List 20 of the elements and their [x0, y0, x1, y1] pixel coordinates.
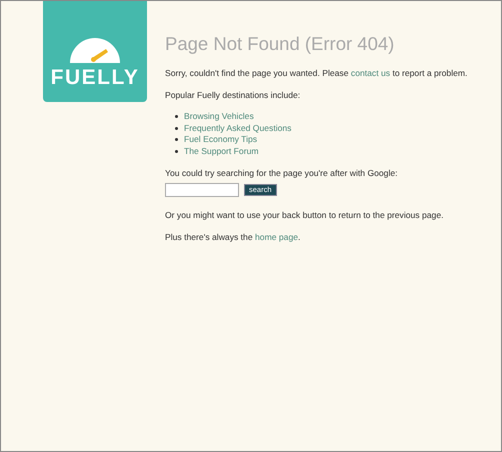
bullet-icon — [175, 138, 178, 142]
back-note: Or you might want to use your back button to return to the previous page. — [165, 210, 444, 221]
logo-panel[interactable]: FUELLY — [43, 1, 147, 102]
home-text: Plus there's always the home page. — [165, 232, 302, 243]
destination-link[interactable]: Browsing Vehicles — [184, 111, 254, 122]
bullet-icon — [175, 150, 178, 153]
home-link[interactable]: home page — [255, 232, 298, 242]
search-field[interactable] — [165, 183, 239, 197]
page-title: Page Not Found (Error 404) — [165, 34, 396, 54]
apology-text: Sorry, couldn't find the page you wanted. Please contact us to report a problem. — [165, 68, 468, 79]
destination-link[interactable]: Fuel Economy Tips — [184, 134, 258, 146]
destinations-heading: Popular Fuelly destinations include: — [165, 90, 302, 101]
bullet-icon — [175, 126, 178, 130]
contact-link[interactable]: contact us — [350, 68, 390, 78]
gauge-icon — [70, 37, 120, 63]
search-prompt: You could try searching for the page you're after with Google: — [165, 168, 399, 179]
logo-text: FUELLY — [50, 67, 140, 89]
bullet-icon — [175, 115, 178, 118]
destination-link[interactable]: The Support Forum — [184, 146, 259, 157]
destination-link[interactable]: Frequently Asked Questions — [184, 122, 292, 134]
